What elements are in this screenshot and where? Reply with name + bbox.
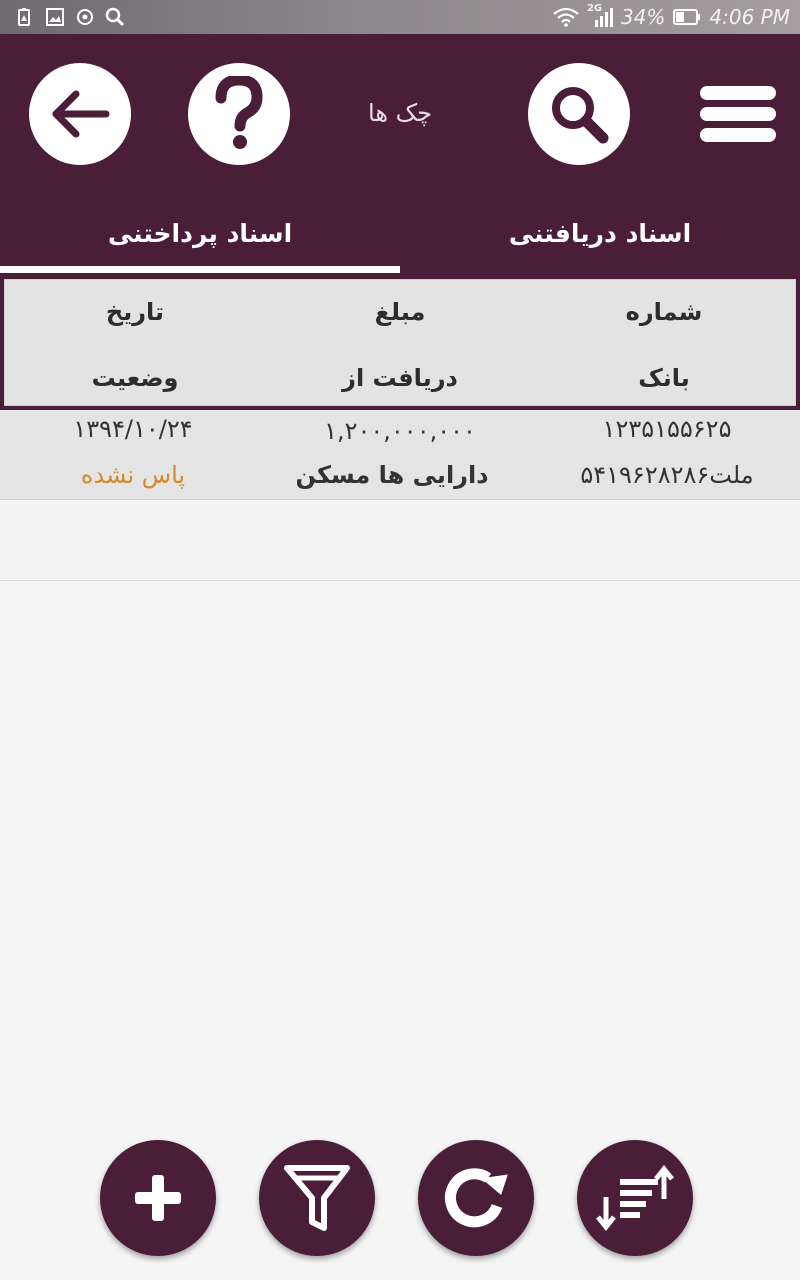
cell-received-from: دارایی ها مسکن: [295, 461, 489, 489]
col-number: شماره: [625, 298, 703, 326]
add-button[interactable]: [100, 1140, 216, 1256]
app-header: چک ها اسناد دریافتنی اسناد پرداختنی: [0, 34, 800, 274]
col-received-from: دریافت از: [342, 364, 458, 392]
menu-button[interactable]: [700, 86, 776, 142]
help-button[interactable]: [188, 63, 290, 165]
add-icon: [135, 1175, 181, 1221]
battery-saver-icon: [18, 8, 30, 26]
col-date: تاریخ: [105, 298, 165, 326]
column-headers: شماره مبلغ تاریخ بانک دریافت از وضعیت: [0, 274, 800, 410]
filter-icon: [284, 1165, 350, 1231]
col-amount: مبلغ: [374, 298, 426, 326]
status-bar: 2G 34% 4:06 PM: [0, 0, 800, 34]
cell-status: پاس نشده: [80, 461, 186, 489]
cell-number: ۱۲۳۵۱۵۵۶۲۵: [602, 415, 732, 443]
active-tab-indicator: [0, 266, 400, 273]
back-arrow-icon: [52, 90, 110, 138]
refresh-icon: [444, 1168, 508, 1228]
battery-icon: [673, 9, 701, 25]
menu-icon: [700, 86, 776, 100]
col-status: وضعیت: [91, 364, 179, 392]
image-icon: [46, 8, 64, 26]
help-icon: [215, 76, 263, 149]
wifi-icon: [553, 7, 579, 27]
cell-bank: ملت۵۴۱۹۶۲۸۲۸۶: [580, 461, 754, 489]
search-icon: [552, 87, 609, 144]
table-row[interactable]: ۱۲۳۵۱۵۵۶۲۵ ۱,۲۰۰,۰۰۰,۰۰۰ ۱۳۹۴/۱۰/۲۴ ملت۵…: [0, 410, 800, 500]
cell-date: ۱۳۹۴/۱۰/۲۴: [73, 415, 193, 443]
tab-receivable[interactable]: اسناد دریافتنی: [400, 206, 800, 270]
empty-row: [0, 500, 800, 581]
search-button[interactable]: [528, 63, 630, 165]
col-bank: بانک: [638, 364, 690, 392]
page-title: چک ها: [368, 99, 432, 127]
sync-icon: [77, 9, 93, 25]
cell-amount: ۱,۲۰۰,۰۰۰,۰۰۰: [324, 417, 476, 445]
refresh-button[interactable]: [418, 1140, 534, 1256]
sort-icon: [596, 1164, 674, 1232]
back-button[interactable]: [29, 63, 131, 165]
signal-icon: 2G: [587, 3, 613, 28]
battery-percent: 34%: [620, 5, 666, 29]
tab-payable[interactable]: اسناد پرداختنی: [0, 206, 400, 270]
filter-button[interactable]: [259, 1140, 375, 1256]
clock: 4:06 PM: [709, 5, 790, 29]
search-icon: [105, 7, 125, 27]
sort-button[interactable]: [577, 1140, 693, 1256]
